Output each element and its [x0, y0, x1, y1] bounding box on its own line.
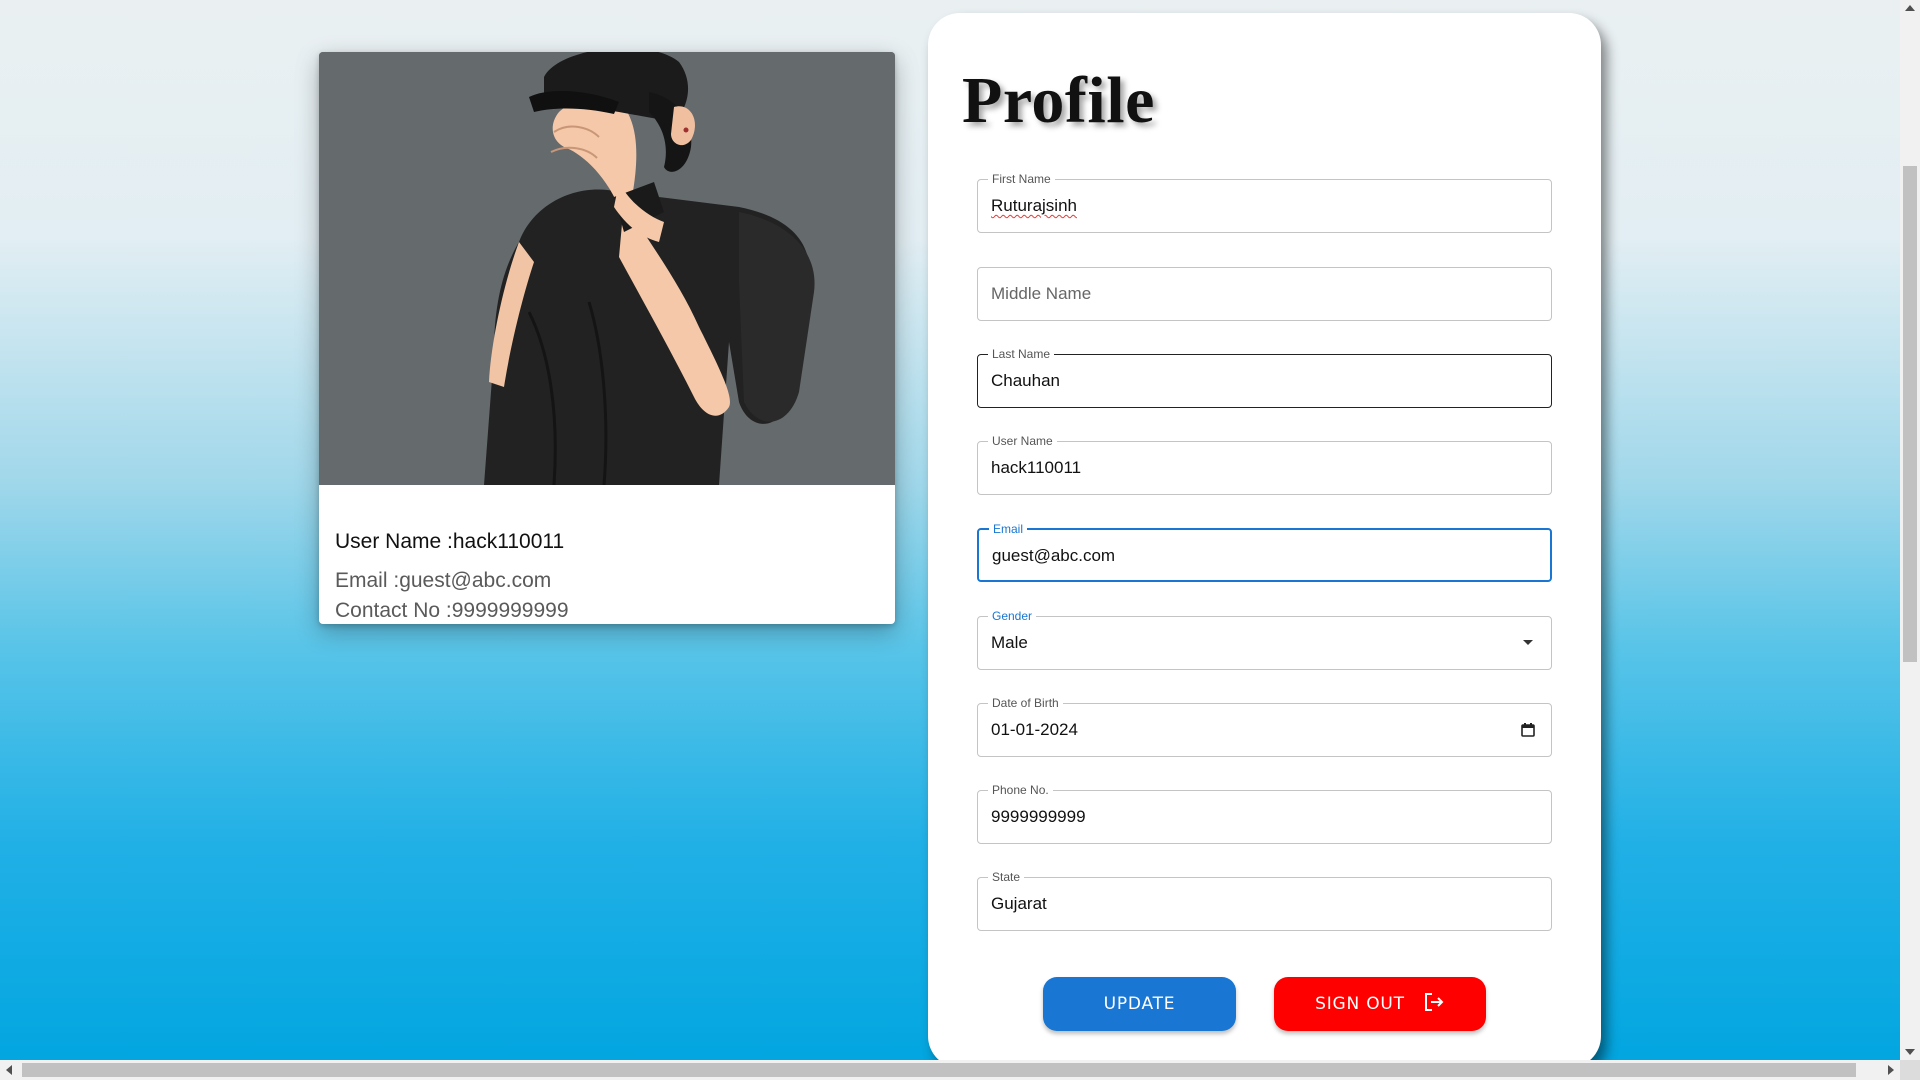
card-contact-value: 9999999999 — [451, 599, 569, 622]
card-contact: Contact No :9999999999 — [335, 599, 569, 623]
sign-out-button-label: SIGN OUT — [1315, 994, 1405, 1014]
user-name-field[interactable]: User Name hack110011 — [977, 433, 1552, 495]
horizontal-scrollbar[interactable] — [0, 1060, 1920, 1080]
middle-name-placeholder[interactable]: Middle Name — [991, 284, 1091, 304]
card-email-value: guest@abc.com — [399, 569, 552, 592]
state-field[interactable]: State Gujarat — [977, 869, 1552, 931]
scroll-corner — [1900, 1060, 1920, 1080]
gender-label: Gender — [988, 608, 1037, 624]
email-label: Email — [989, 521, 1028, 537]
logout-icon — [1423, 992, 1445, 1017]
phone-value[interactable]: 9999999999 — [991, 807, 1086, 827]
email-field[interactable]: Email guest@abc.com — [977, 521, 1552, 582]
gender-value[interactable]: Male — [991, 633, 1028, 653]
first-name-value[interactable]: Ruturajsinh — [991, 196, 1077, 216]
dob-label: Date of Birth — [988, 695, 1063, 711]
dropdown-arrow-icon[interactable] — [1519, 634, 1537, 652]
gender-select[interactable]: Gender Male — [977, 608, 1552, 670]
page-title: Profile — [962, 64, 1155, 137]
profile-panel: Profile First Name Ruturajsinh Middle Na… — [928, 13, 1601, 1068]
first-name-label: First Name — [988, 171, 1055, 187]
phone-label: Phone No. — [988, 782, 1053, 798]
phone-field[interactable]: Phone No. 9999999999 — [977, 782, 1552, 844]
email-value[interactable]: guest@abc.com — [992, 546, 1115, 566]
card-username-value: hack110011 — [452, 530, 565, 553]
state-value[interactable]: Gujarat — [991, 894, 1047, 914]
last-name-field[interactable]: Last Name Chauhan — [977, 346, 1552, 408]
middle-name-field[interactable]: Middle Name — [977, 267, 1552, 321]
user-name-value[interactable]: hack110011 — [991, 458, 1081, 478]
card-email-label: Email : — [335, 569, 400, 592]
scroll-left-arrow-icon[interactable] — [6, 1065, 12, 1075]
scroll-right-arrow-icon[interactable] — [1888, 1065, 1894, 1075]
dob-value[interactable]: 01-01-2024 — [991, 720, 1078, 740]
update-button-label: UPDATE — [1103, 994, 1176, 1014]
avatar-image — [319, 52, 895, 485]
first-name-field[interactable]: First Name Ruturajsinh — [977, 171, 1552, 233]
horizontal-scroll-thumb[interactable] — [22, 1063, 1856, 1077]
card-username-label: User Name : — [335, 530, 453, 553]
update-button[interactable]: UPDATE — [1043, 977, 1236, 1031]
dob-field[interactable]: Date of Birth 01-01-2024 — [977, 695, 1552, 757]
last-name-label: Last Name — [988, 346, 1055, 362]
scroll-down-arrow-icon[interactable] — [1905, 1049, 1915, 1055]
card-contact-label: Contact No : — [335, 599, 452, 622]
vertical-scroll-thumb[interactable] — [1903, 166, 1917, 662]
vertical-scrollbar[interactable] — [1900, 0, 1920, 1060]
card-email: Email : guest@abc.com — [335, 569, 551, 593]
card-username: User Name : hack110011 — [335, 530, 564, 554]
user-name-label: User Name — [988, 433, 1057, 449]
sign-out-button[interactable]: SIGN OUT — [1274, 977, 1486, 1031]
scroll-up-arrow-icon[interactable] — [1905, 5, 1915, 11]
state-label: State — [988, 869, 1025, 885]
last-name-value[interactable]: Chauhan — [991, 371, 1060, 391]
user-card: User Name : hack110011 Email : guest@abc.c… — [319, 52, 895, 624]
calendar-icon[interactable] — [1519, 721, 1537, 739]
